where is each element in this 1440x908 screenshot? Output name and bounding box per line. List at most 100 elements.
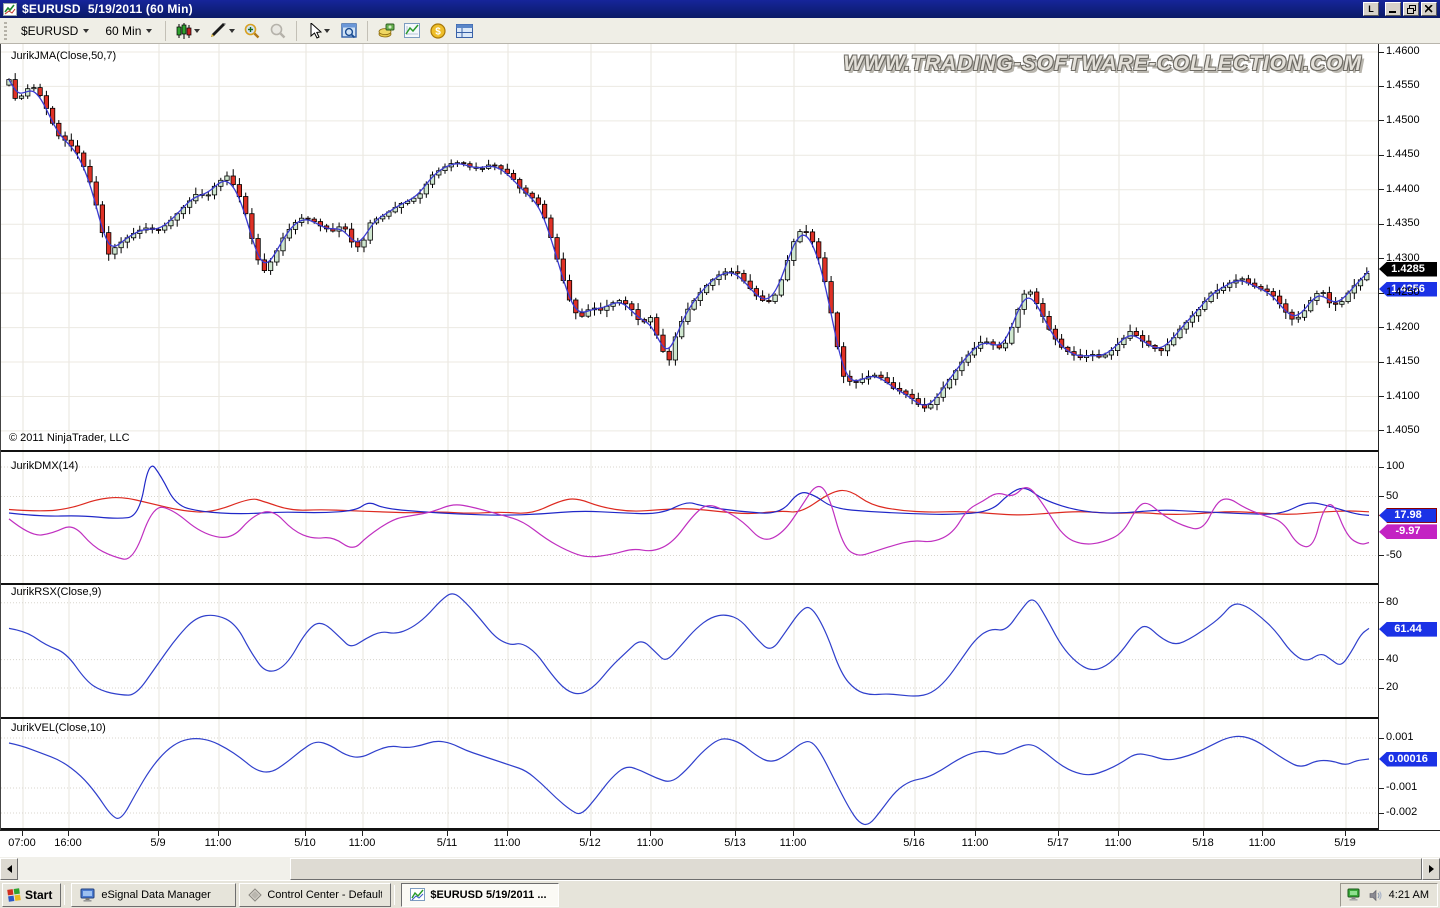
cursor-button[interactable]: [304, 20, 334, 42]
candles: [7, 73, 1369, 412]
time-axis-label: 11:00: [494, 837, 521, 849]
toolbar-grip[interactable]: [4, 22, 7, 40]
horizontal-scrollbar[interactable]: [0, 856, 1440, 880]
chevron-down-icon: [194, 29, 200, 33]
minimize-button[interactable]: [1385, 2, 1401, 16]
close-button[interactable]: [1421, 2, 1437, 16]
chart-canvas[interactable]: JurikJMA(Close,50,7) JurikDMX(14) JurikR…: [0, 44, 1378, 830]
price-panel-label: JurikJMA(Close,50,7): [11, 50, 116, 62]
zoom-in-icon: [244, 23, 260, 39]
interval-selector[interactable]: 60 Min: [99, 22, 158, 40]
time-axis-label: 11:00: [1249, 837, 1276, 849]
toolbar-separator: [296, 21, 297, 41]
chart-trader-button[interactable]: [375, 20, 397, 42]
axis-tick-label: 1.4450: [1386, 148, 1420, 160]
axis-tick: [1379, 224, 1384, 225]
taskbar-button-label: Control Center - Default: [267, 889, 382, 901]
indicators-icon: [404, 23, 420, 38]
vel-value-badge: 0.00016: [1379, 752, 1437, 767]
scroll-right-button[interactable]: [1422, 858, 1440, 880]
time-axis-tick: [305, 831, 306, 836]
time-axis-label: 11:00: [637, 837, 664, 849]
vel_blue: [9, 736, 1369, 824]
data-box-button[interactable]: [338, 20, 360, 42]
axis-tick: [1379, 555, 1384, 556]
dmx-blue-badge: 17.98: [1379, 508, 1437, 523]
zoom-out-icon: [270, 23, 286, 39]
time-axis-tick: [68, 831, 69, 836]
restore-button[interactable]: [1403, 2, 1419, 16]
axis-tick: [1379, 467, 1384, 468]
axis-tick: [1379, 813, 1384, 814]
watermark-text: WWW.TRADING-SOFTWARE-COLLECTION.COM: [843, 52, 1362, 76]
chart-toolbar: $EURUSD 60 Min: [0, 18, 1440, 44]
taskbar-button-2[interactable]: Control Center - Default: [239, 883, 391, 907]
drawing-tools-button[interactable]: [207, 20, 237, 42]
time-axis-tick: [447, 831, 448, 836]
scroll-left-button[interactable]: [0, 858, 18, 880]
time-axis-label: 11:00: [962, 837, 989, 849]
axis-tick-label: 1.4300: [1386, 252, 1420, 264]
instrument-selector[interactable]: $EURUSD: [15, 22, 95, 40]
axis-tick-label: 1.4400: [1386, 183, 1420, 195]
indicators-button[interactable]: [401, 20, 423, 42]
chevron-down-icon: [146, 29, 152, 33]
axis-tick-label: 100: [1386, 460, 1404, 472]
drawing-tools-icon: [210, 23, 227, 38]
zoom-in-button[interactable]: [241, 20, 263, 42]
time-axis-tick: [1203, 831, 1204, 836]
axis-tick: [1379, 327, 1384, 328]
axis-tick: [1379, 659, 1384, 660]
last-price-badge: 1.4285: [1379, 262, 1437, 277]
chart-icon: [410, 888, 425, 901]
taskbar-button-1[interactable]: eSignal Data Manager: [71, 883, 236, 907]
time-axis-label: 11:00: [205, 837, 232, 849]
axis-tick-label: -0.002: [1386, 806, 1417, 818]
axis-tick: [1379, 120, 1384, 121]
data-box-icon: [341, 23, 358, 39]
axis-tick: [1379, 189, 1384, 190]
rsx_blue: [9, 594, 1369, 696]
time-axis-label: 5/17: [1047, 837, 1068, 849]
axis-tick-label: 0.001: [1386, 731, 1414, 743]
chevron-down-icon: [83, 29, 89, 33]
chart-window-icon: [3, 3, 17, 16]
chevron-down-icon: [229, 29, 235, 33]
rsx-value-badge: 61.44: [1379, 622, 1437, 637]
dmx-magenta-badge: -9.97: [1379, 524, 1437, 539]
time-axis-label: 5/12: [579, 837, 600, 849]
title-bar[interactable]: $EURUSD 5/19/2011 (60 Min) L: [0, 0, 1440, 18]
taskbar-button-3[interactable]: $EURUSD 5/19/2011 ...: [401, 883, 559, 907]
axis-tick-label: 20: [1386, 681, 1398, 693]
properties-button[interactable]: [453, 20, 475, 42]
axis-tick: [1379, 688, 1384, 689]
svg-text:$: $: [436, 26, 442, 37]
start-button[interactable]: Start: [2, 883, 61, 907]
chart-plot[interactable]: [1, 44, 1379, 830]
time-axis[interactable]: 07:0016:005/911:005/1011:005/1111:005/12…: [0, 830, 1440, 856]
strategies-button[interactable]: $: [427, 20, 449, 42]
volume-icon[interactable]: [1369, 889, 1383, 902]
chart-style-button[interactable]: [173, 20, 203, 42]
network-icon[interactable]: [1347, 888, 1363, 902]
axis-tick-label: 1.4200: [1386, 321, 1420, 333]
link-button[interactable]: L: [1363, 2, 1379, 16]
time-axis-tick: [914, 831, 915, 836]
price-axis[interactable]: 1.4285 1.4256 17.98 -9.97 61.44 0.00016 …: [1378, 44, 1440, 830]
axis-tick: [1379, 258, 1384, 259]
time-axis-label: 11:00: [1105, 837, 1132, 849]
axis-tick-label: -0.001: [1386, 781, 1417, 793]
chart-style-icon: [176, 23, 192, 39]
dmx-panel-label: JurikDMX(14): [11, 460, 78, 472]
axis-tick: [1379, 738, 1384, 739]
time-axis-tick: [1262, 831, 1263, 836]
cursor-icon: [309, 23, 322, 39]
axis-tick-label: 1.4100: [1386, 390, 1420, 402]
scrollbar-thumb[interactable]: [290, 858, 1422, 880]
time-axis-tick: [650, 831, 651, 836]
taskbar-clock: 4:21 AM: [1389, 889, 1429, 901]
zoom-out-button[interactable]: [267, 20, 289, 42]
system-tray: 4:21 AM: [1340, 883, 1438, 907]
axis-tick-label: 50: [1386, 490, 1398, 502]
taskbar-button-label: eSignal Data Manager: [101, 889, 210, 901]
